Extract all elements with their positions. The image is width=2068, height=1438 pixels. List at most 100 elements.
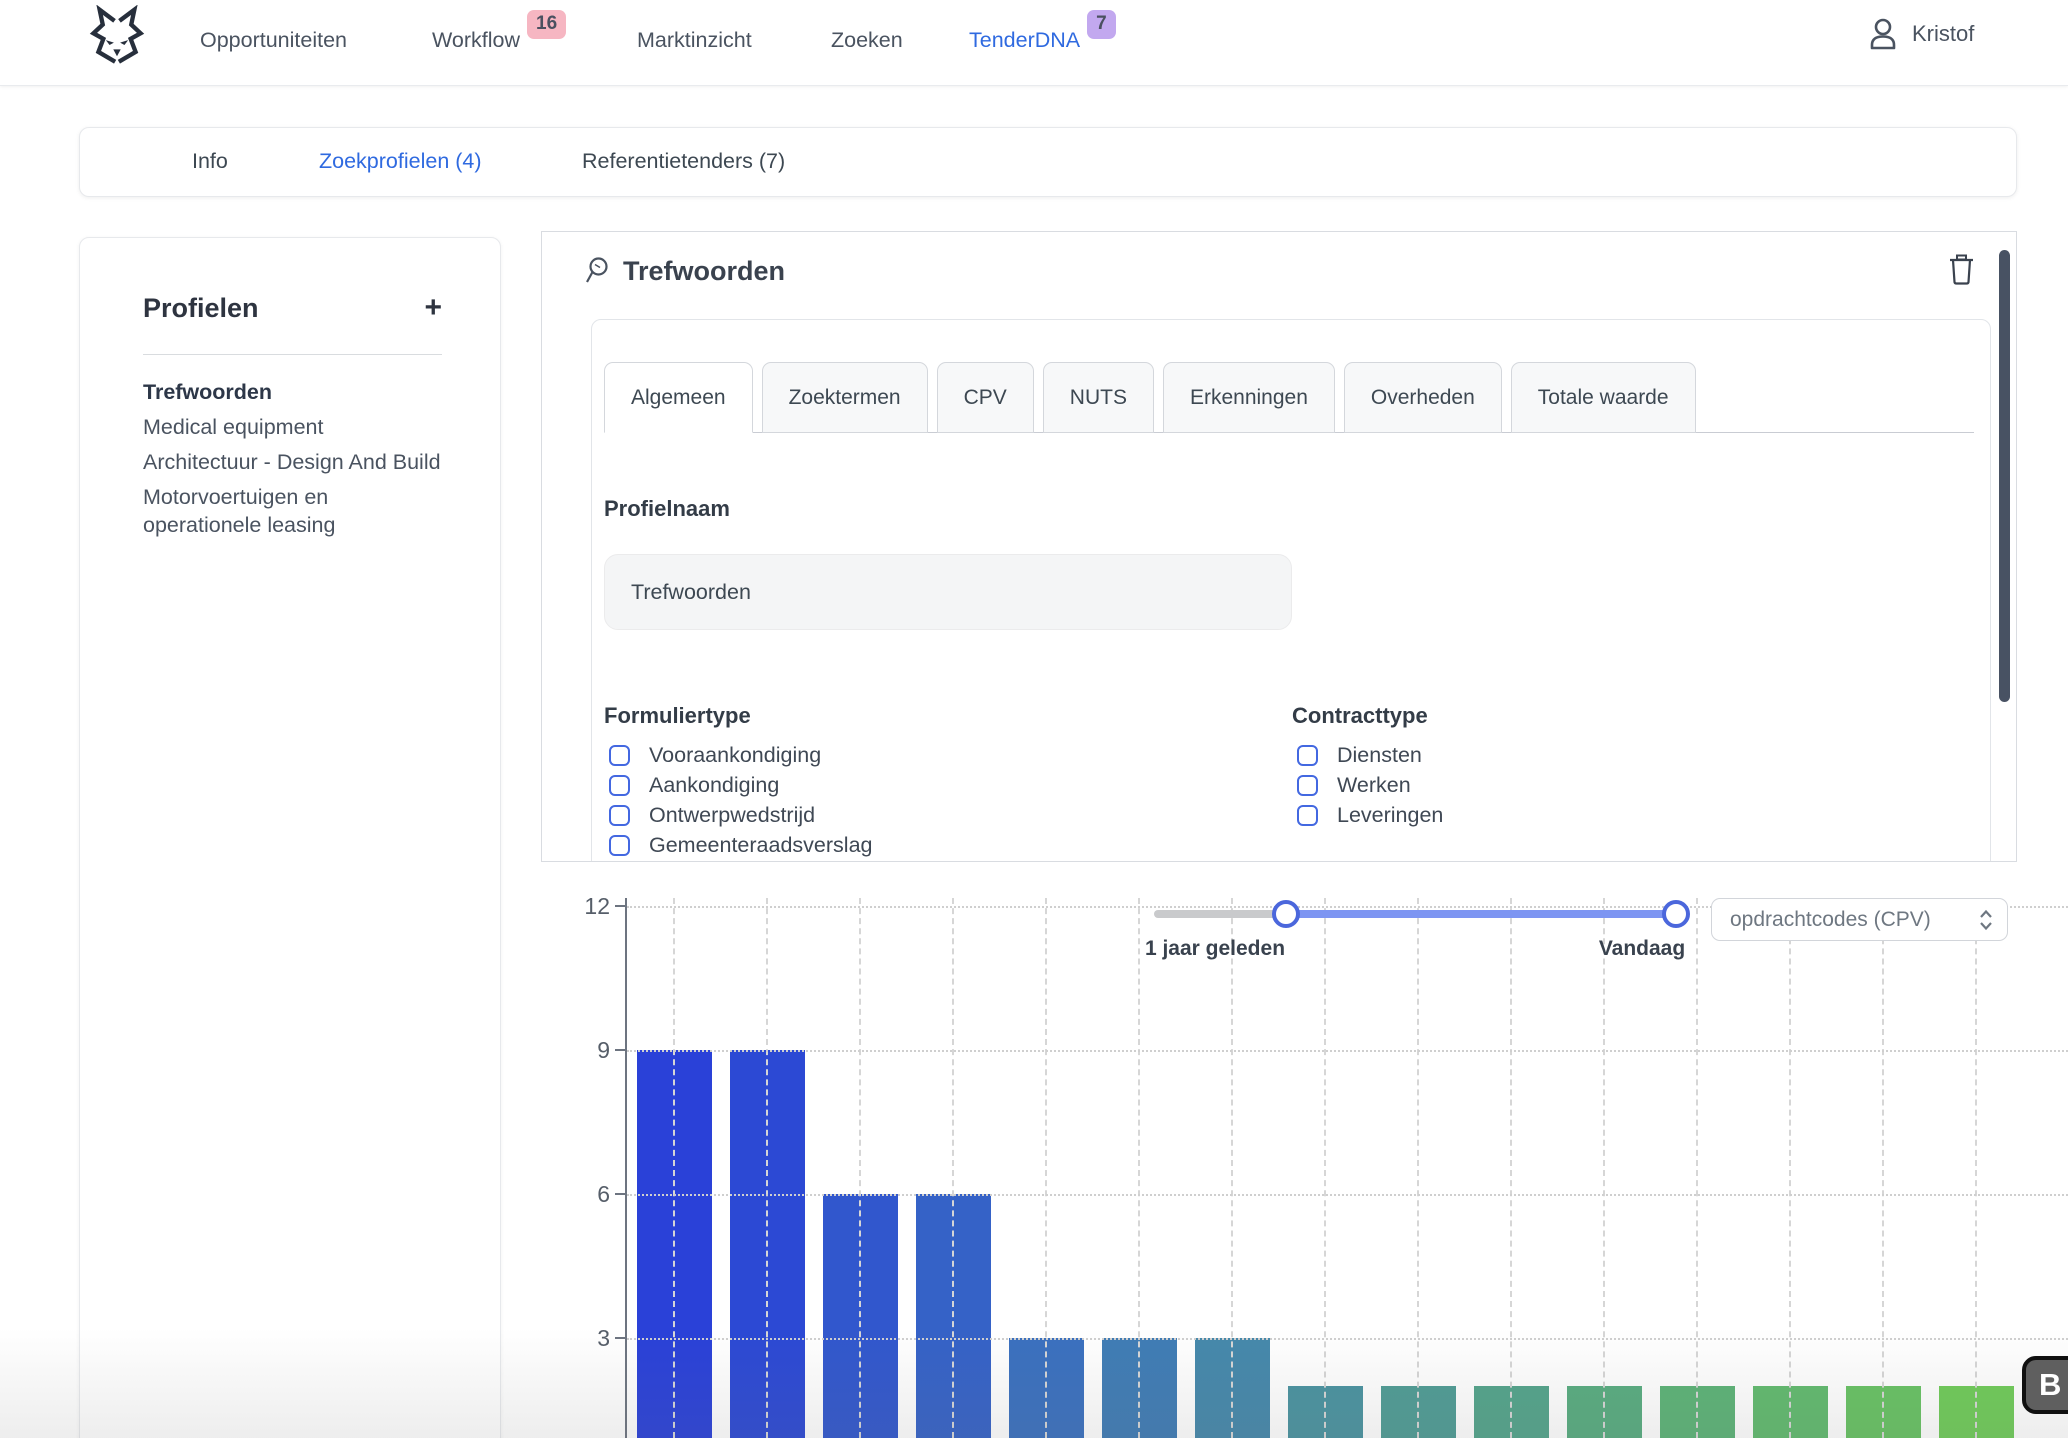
gridline-vertical xyxy=(1417,898,1419,1438)
checkbox-row-ontwerpwedstrijd[interactable]: Ontwerpwedstrijd xyxy=(609,800,872,830)
gridline-horizontal xyxy=(627,1050,2068,1052)
nav-label: TenderDNA xyxy=(969,28,1080,52)
checkbox-label: Aankondiging xyxy=(649,773,779,798)
top-navbar: Opportuniteiten Workflow 16 Marktinzicht… xyxy=(0,0,2068,86)
gridline-vertical xyxy=(859,898,861,1438)
checkbox-row-gemeenteraadsverslag[interactable]: Gemeenteraadsverslag xyxy=(609,830,872,860)
nav-opportuniteiten[interactable]: Opportuniteiten xyxy=(200,28,347,53)
select-chevrons-icon xyxy=(1979,909,1993,931)
contracttype-label: Contracttype xyxy=(1292,703,1428,729)
gridline-vertical xyxy=(1882,898,1884,1438)
checkbox[interactable] xyxy=(609,775,630,796)
checkbox-label: Diensten xyxy=(1337,743,1422,768)
checkbox[interactable] xyxy=(1297,775,1318,796)
user-name: Kristof xyxy=(1912,21,1974,47)
date-range-slider-fill xyxy=(1286,910,1676,918)
checkbox[interactable] xyxy=(609,835,630,856)
gridline-horizontal xyxy=(627,1338,2068,1340)
y-axis-label: 9 xyxy=(548,1037,610,1064)
y-axis-label: 6 xyxy=(548,1181,610,1208)
nav-marktinzicht[interactable]: Marktinzicht xyxy=(637,28,752,53)
gridline-vertical xyxy=(1045,898,1047,1438)
panel-scrollbar[interactable] xyxy=(1999,250,2010,702)
feedback-bubble-button[interactable]: B xyxy=(2022,1356,2068,1414)
slider-start-label: 1 jaar geleden xyxy=(1130,937,1300,961)
nav-label: Zoeken xyxy=(831,28,903,52)
profile-form-card: Algemeen Zoektermen CPV NUTS Erkenningen… xyxy=(591,319,1991,862)
y-axis-label: 3 xyxy=(548,1325,610,1352)
checkbox-row-diensten[interactable]: Diensten xyxy=(1297,740,1443,770)
panel-tabs: Algemeen Zoektermen CPV NUTS Erkenningen… xyxy=(604,362,1696,433)
nav-tenderdna[interactable]: TenderDNA 7 xyxy=(969,28,1080,53)
tenderdna-count-badge: 7 xyxy=(1087,10,1116,39)
panel-title: Trefwoorden xyxy=(623,256,785,287)
sidebar-item-architectuur[interactable]: Architectuur - Design And Build xyxy=(143,448,443,476)
checkbox-label: Leveringen xyxy=(1337,803,1443,828)
panel-tab-overheden[interactable]: Overheden xyxy=(1344,362,1502,433)
tab-zoekprofielen[interactable]: Zoekprofielen (4) xyxy=(319,149,482,174)
delete-profile-icon[interactable] xyxy=(1948,254,1975,285)
checkbox-label: Vooraankondiging xyxy=(649,743,821,768)
checkbox[interactable] xyxy=(1297,745,1318,766)
add-profile-button[interactable]: + xyxy=(424,293,442,323)
checkbox[interactable] xyxy=(609,745,630,766)
user-menu[interactable]: Kristof xyxy=(1868,18,1974,50)
nav-workflow[interactable]: Workflow 16 xyxy=(432,28,520,53)
gridline-vertical xyxy=(766,898,768,1438)
sidebar-item-motorvoertuigen[interactable]: Motorvoertuigen en operationele leasing xyxy=(143,483,443,539)
panel-tab-zoektermen[interactable]: Zoektermen xyxy=(762,362,928,433)
panel-tab-cpv[interactable]: CPV xyxy=(937,362,1034,433)
checkbox-row-vooraankondiging[interactable]: Vooraankondiging xyxy=(609,740,872,770)
gridline-vertical xyxy=(1138,898,1140,1438)
gridline-vertical xyxy=(1696,898,1698,1438)
search-profile-icon xyxy=(584,256,612,286)
checkbox-row-werken[interactable]: Werken xyxy=(1297,770,1443,800)
slider-handle-end[interactable] xyxy=(1662,900,1690,928)
checkbox-label: Ontwerpwedstrijd xyxy=(649,803,815,828)
gridline-vertical xyxy=(1603,898,1605,1438)
profielnaam-label: Profielnaam xyxy=(604,496,730,522)
group-by-select[interactable]: opdrachtcodes (CPV) xyxy=(1711,898,2008,941)
gridline-vertical xyxy=(1231,898,1233,1438)
contracttype-options: Diensten Werken Leveringen xyxy=(1297,740,1443,830)
checkbox-label: Werken xyxy=(1337,773,1411,798)
tab-referentietenders[interactable]: Referentietenders (7) xyxy=(582,149,785,174)
checkbox[interactable] xyxy=(1297,805,1318,826)
y-axis-label: 12 xyxy=(548,893,610,920)
profielnaam-input[interactable]: Trefwoorden xyxy=(604,554,1292,630)
tab-info[interactable]: Info xyxy=(192,149,228,174)
checkbox-row-leveringen[interactable]: Leveringen xyxy=(1297,800,1443,830)
formuliertype-label: Formuliertype xyxy=(604,703,751,729)
panel-tab-nuts[interactable]: NUTS xyxy=(1043,362,1154,433)
profiles-sidebar: Profielen + Trefwoorden Medical equipmen… xyxy=(79,237,501,1438)
nav-label: Workflow xyxy=(432,28,520,52)
nav-label: Opportuniteiten xyxy=(200,28,347,52)
gridline-vertical xyxy=(1789,898,1791,1438)
slider-handle-start[interactable] xyxy=(1272,900,1300,928)
nav-label: Marktinzicht xyxy=(637,28,752,52)
gridline-vertical xyxy=(952,898,954,1438)
workflow-count-badge: 16 xyxy=(527,10,566,39)
profielnaam-value: Trefwoorden xyxy=(631,580,751,605)
checkbox[interactable] xyxy=(609,805,630,826)
checkbox-label: Gemeenteraadsverslag xyxy=(649,833,872,858)
group-by-value: opdrachtcodes (CPV) xyxy=(1730,908,1979,932)
page-tabbar: Info Zoekprofielen (4) Referentietenders… xyxy=(79,127,2017,197)
panel-tab-erkenningen[interactable]: Erkenningen xyxy=(1163,362,1335,433)
panel-tab-algemeen[interactable]: Algemeen xyxy=(604,362,753,433)
gridline-vertical xyxy=(1510,898,1512,1438)
gridline-vertical xyxy=(1975,898,1977,1438)
panel-tab-totale-waarde[interactable]: Totale waarde xyxy=(1511,362,1696,433)
formuliertype-options: Vooraankondiging Aankondiging Ontwerpwed… xyxy=(609,740,872,860)
user-icon xyxy=(1868,18,1898,50)
sidebar-divider xyxy=(143,354,442,355)
gridline-vertical xyxy=(1324,898,1326,1438)
profile-list: Trefwoorden Medical equipment Architectu… xyxy=(143,378,443,546)
wolf-logo-icon[interactable] xyxy=(86,5,148,69)
sidebar-item-medical-equipment[interactable]: Medical equipment xyxy=(143,413,443,441)
checkbox-row-aankondiging[interactable]: Aankondiging xyxy=(609,770,872,800)
gridline-horizontal xyxy=(627,1194,2068,1196)
sidebar-title: Profielen xyxy=(143,293,259,324)
nav-zoeken[interactable]: Zoeken xyxy=(831,28,903,53)
sidebar-item-trefwoorden[interactable]: Trefwoorden xyxy=(143,378,443,406)
